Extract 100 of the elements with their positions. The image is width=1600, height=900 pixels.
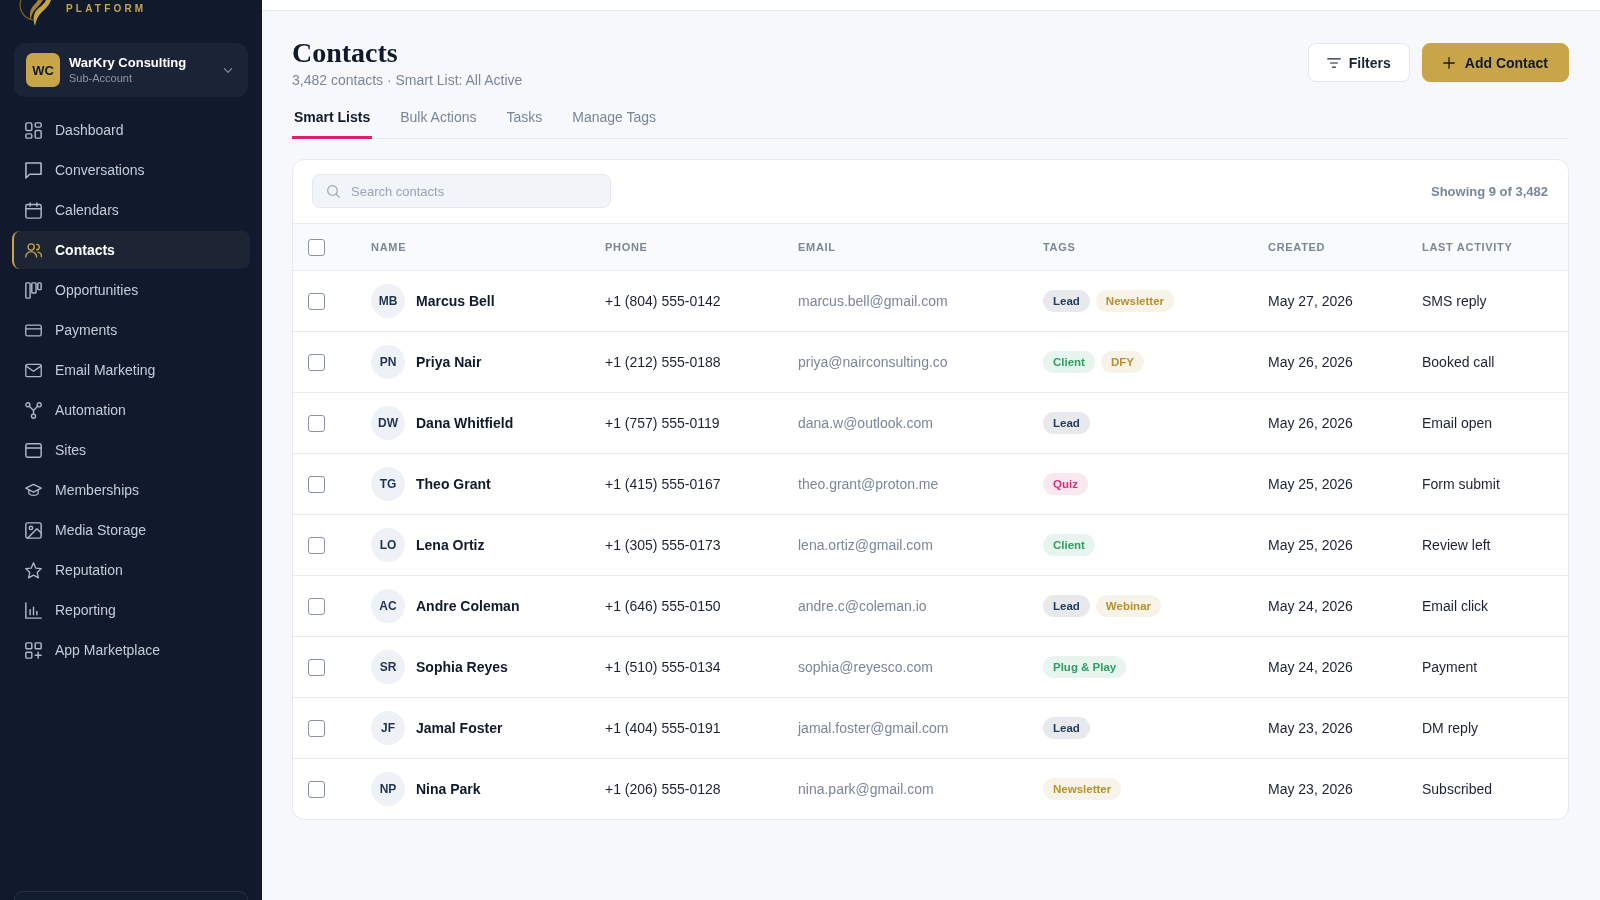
- connected-nodes-icon: [25, 401, 42, 419]
- created-date: May 26, 2026: [1268, 354, 1353, 370]
- contact-name: Andre Coleman: [416, 598, 520, 614]
- sidebar-item[interactable]: Reporting: [12, 591, 250, 629]
- last-activity: Review left: [1422, 537, 1491, 553]
- filter-icon: [1326, 57, 1341, 68]
- account-avatar: WC: [26, 53, 60, 87]
- tab[interactable]: Smart Lists: [292, 102, 373, 139]
- column-header: CREATED: [1268, 241, 1326, 253]
- envelope-icon: [25, 361, 42, 379]
- page-title: Contacts: [292, 36, 399, 70]
- row-checkbox[interactable]: [308, 780, 325, 798]
- contact-name: Sophia Reyes: [416, 659, 508, 675]
- email-address: nina.park@gmail.com: [798, 781, 934, 797]
- graduation-cap-icon: [25, 481, 42, 499]
- email-address: priya@nairconsulting.co: [798, 354, 948, 370]
- email-address: sophia@reyesco.com: [798, 659, 933, 675]
- users-icon: [25, 241, 42, 259]
- column-header: PHONE: [605, 241, 648, 253]
- swoosh-logo-icon: [18, 0, 52, 26]
- contact-avatar: AC: [371, 589, 405, 623]
- tag: Newsletter: [1043, 778, 1122, 800]
- tag: Lead: [1043, 412, 1090, 434]
- kanban-icon: [25, 281, 42, 299]
- sidebar-item[interactable]: Memberships: [12, 471, 250, 509]
- contact-avatar: TG: [371, 467, 405, 501]
- email-address: jamal.foster@gmail.com: [798, 720, 949, 736]
- contact-avatar: NP: [371, 772, 405, 806]
- row-checkbox[interactable]: [308, 414, 325, 432]
- tag: DFY: [1100, 351, 1144, 373]
- contact-name: Dana Whitfield: [416, 415, 514, 431]
- contact-avatar: MB: [371, 284, 405, 318]
- sidebar-item[interactable]: Calendars: [12, 191, 250, 229]
- last-activity: Email click: [1422, 598, 1489, 614]
- contact-avatar: SR: [371, 650, 405, 684]
- row-checkbox[interactable]: [308, 719, 325, 737]
- contact-name: Marcus Bell: [416, 293, 495, 309]
- sidebar-item[interactable]: Dashboard: [12, 111, 250, 149]
- row-checkbox[interactable]: [308, 658, 325, 676]
- phone-number: +1 (804) 555-0142: [605, 293, 721, 309]
- phone-number: +1 (305) 555-0173: [605, 537, 721, 553]
- contact-avatar: LO: [371, 528, 405, 562]
- tag: Webinar: [1095, 595, 1161, 617]
- add-contact-button[interactable]: Add Contact: [1421, 43, 1569, 82]
- column-header: TAGS: [1043, 241, 1076, 253]
- sidebar-item[interactable]: Email Marketing: [12, 351, 250, 389]
- contact-name: Lena Ortiz: [416, 537, 485, 553]
- last-activity: Booked call: [1422, 354, 1495, 370]
- result-count: Showing 9 of 3,482: [1430, 183, 1548, 199]
- layout-grid-icon: [25, 121, 42, 139]
- sidebar-item[interactable]: Conversations: [12, 151, 250, 189]
- sidebar-item[interactable]: Reputation: [12, 551, 250, 589]
- row-checkbox[interactable]: [308, 292, 325, 310]
- tag: Client: [1043, 534, 1095, 556]
- last-activity: Email open: [1422, 415, 1493, 431]
- tag: Quiz: [1043, 473, 1088, 495]
- tag: Lead: [1043, 717, 1090, 739]
- tab[interactable]: Manage Tags: [570, 102, 659, 139]
- email-address: theo.grant@proton.me: [798, 476, 939, 492]
- image-icon: [25, 521, 42, 539]
- created-date: May 27, 2026: [1268, 293, 1353, 309]
- browser-window-icon: [25, 441, 42, 459]
- sidebar-item[interactable]: Opportunities: [12, 271, 250, 309]
- star-icon: [25, 561, 42, 579]
- contact-avatar: DW: [371, 406, 405, 440]
- filters-button[interactable]: Filters: [1307, 43, 1410, 82]
- email-address: lena.ortiz@gmail.com: [798, 537, 933, 553]
- credit-card-icon: [25, 321, 42, 339]
- row-checkbox[interactable]: [308, 475, 325, 493]
- sidebar-item[interactable]: Automation: [12, 391, 250, 429]
- sidebar-item[interactable]: App Marketplace: [12, 631, 250, 669]
- created-date: May 23, 2026: [1268, 781, 1353, 797]
- phone-number: +1 (212) 555-0188: [605, 354, 721, 370]
- column-header: LAST ACTIVITY: [1422, 241, 1513, 253]
- sidebar-item[interactable]: Contacts: [12, 231, 250, 269]
- created-date: May 23, 2026: [1268, 720, 1353, 736]
- sidebar-item[interactable]: Payments: [12, 311, 250, 349]
- search-field[interactable]: Search contacts: [312, 174, 611, 208]
- created-date: May 24, 2026: [1268, 598, 1353, 614]
- tag: Client: [1043, 351, 1095, 373]
- row-checkbox[interactable]: [308, 353, 325, 371]
- last-activity: Payment: [1422, 659, 1478, 675]
- phone-number: +1 (646) 555-0150: [605, 598, 721, 614]
- row-checkbox[interactable]: [308, 536, 325, 554]
- tab[interactable]: Tasks: [504, 102, 545, 139]
- created-date: May 24, 2026: [1268, 659, 1353, 675]
- contact-name: Priya Nair: [416, 354, 482, 370]
- account-switcher[interactable]: WC WarKry Consulting Sub-Account: [14, 43, 248, 97]
- tag: Plug & Play: [1043, 656, 1127, 678]
- bar-chart-icon: [25, 601, 42, 619]
- row-checkbox[interactable]: [308, 597, 325, 615]
- select-all-checkbox[interactable]: [308, 238, 325, 256]
- phone-number: +1 (757) 555-0119: [605, 415, 720, 431]
- last-activity: DM reply: [1422, 720, 1478, 736]
- column-header: EMAIL: [798, 241, 836, 253]
- sidebar-item[interactable]: Media Storage: [12, 511, 250, 549]
- tab[interactable]: Bulk Actions: [398, 102, 479, 139]
- last-activity: Form submit: [1422, 476, 1500, 492]
- sidebar-item[interactable]: Sites: [12, 431, 250, 469]
- created-date: May 25, 2026: [1268, 476, 1353, 492]
